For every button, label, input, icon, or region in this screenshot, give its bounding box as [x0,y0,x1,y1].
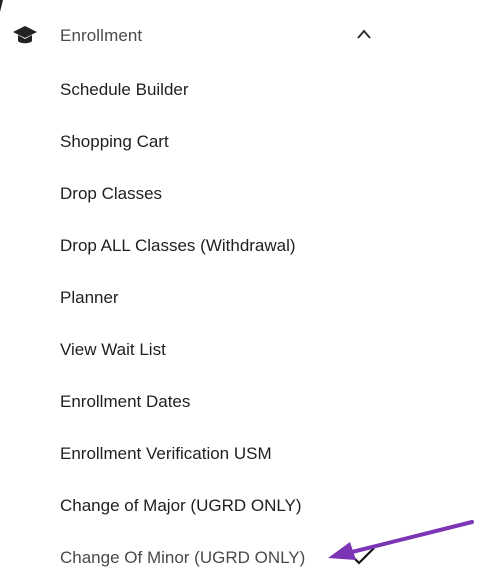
menu-item-schedule-builder[interactable]: Schedule Builder [60,70,189,110]
chevron-up-icon[interactable] [356,28,372,40]
section-title: Enrollment [60,26,143,45]
menu-item-drop-all-classes[interactable]: Drop ALL Classes (Withdrawal) [60,226,296,266]
menu-item-enrollment-dates[interactable]: Enrollment Dates [60,382,190,422]
annotation-arrow [328,520,474,560]
edge-fragment [0,0,3,12]
menu-item-view-wait-list[interactable]: View Wait List [60,330,166,370]
menu-item-change-of-minor[interactable]: Change Of Minor (UGRD ONLY) [60,538,305,578]
enrollment-section-header[interactable]: Enrollment [0,14,400,58]
menu-item-shopping-cart[interactable]: Shopping Cart [60,122,169,162]
graduation-cap-icon [13,26,37,44]
enrollment-menu: Enrollment Schedule Builder Shopping Car… [0,0,488,578]
menu-item-planner[interactable]: Planner [60,278,119,318]
menu-item-change-of-major[interactable]: Change of Major (UGRD ONLY) [60,486,302,526]
menu-item-drop-classes[interactable]: Drop Classes [60,174,162,214]
menu-item-enrollment-verification[interactable]: Enrollment Verification USM [60,434,272,474]
